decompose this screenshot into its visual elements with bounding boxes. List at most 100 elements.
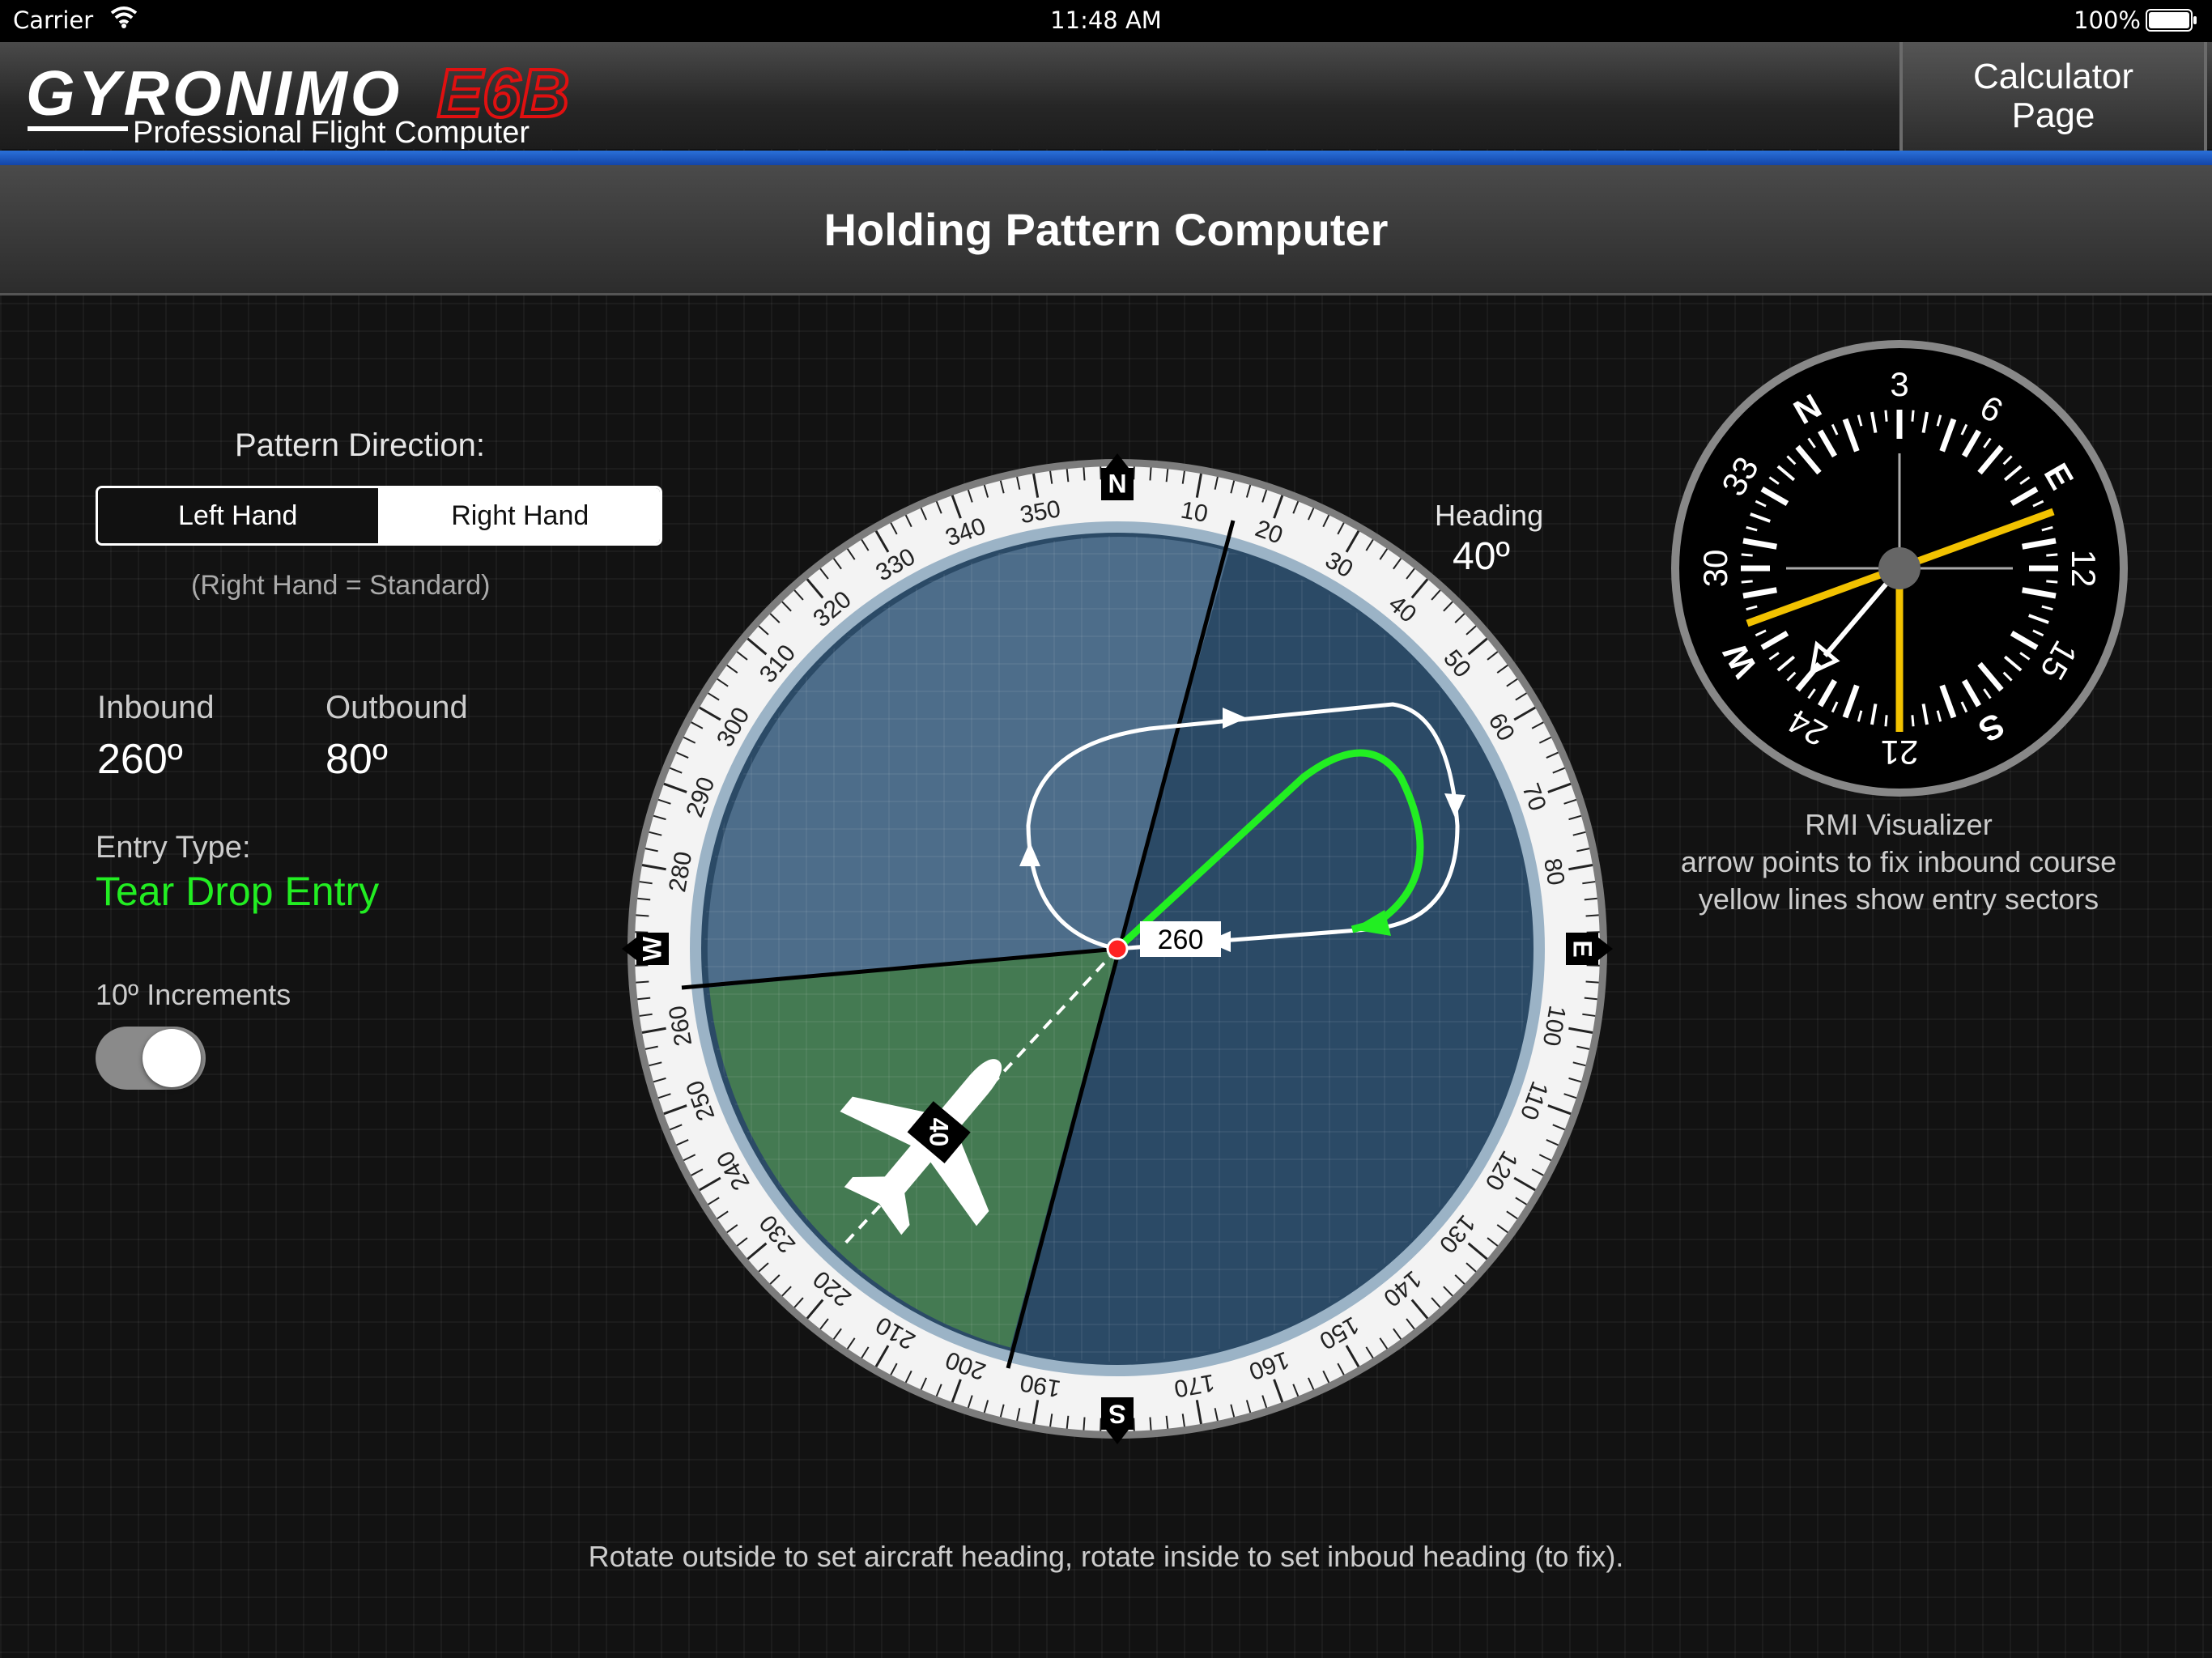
outbound-label: Outbound xyxy=(325,690,468,725)
pattern-direction-selector[interactable]: Left Hand Right Hand xyxy=(96,486,662,546)
pattern-direction-note: (Right Hand = Standard) xyxy=(191,570,491,601)
rmi-minor-tick xyxy=(1831,423,1839,436)
rmi-caption: RMI Visualizer arrow points to fix inbou… xyxy=(1644,806,2154,918)
rmi-minor-tick xyxy=(2041,605,2053,611)
page-title: Holding Pattern Computer xyxy=(823,203,1389,255)
rmi-course-arrow xyxy=(1823,567,1902,657)
logo-subtitle: Professional Flight Computer xyxy=(133,116,530,150)
entry-type-label: Entry Type: xyxy=(96,831,251,865)
rmi-tick xyxy=(1750,512,1771,523)
rmi-minor-tick xyxy=(1911,715,1915,727)
rmi-tick xyxy=(2028,512,2049,523)
rmi-tick xyxy=(2022,587,2057,599)
rmi-caption-line1: arrow points to fix inbound course xyxy=(1680,845,2117,878)
toggle-knob xyxy=(143,1029,201,1087)
rmi-minor-tick xyxy=(2002,671,2013,682)
rmi-arrow-head xyxy=(1809,640,1840,676)
left-hand-option[interactable]: Left Hand xyxy=(98,488,381,543)
app-header: GYRONIMO E6B Professional Flight Compute… xyxy=(0,42,2212,165)
rmi-tick xyxy=(1842,684,1860,719)
rmi-minor-tick xyxy=(2032,629,2044,637)
right-hand-option[interactable]: Right Hand xyxy=(380,488,660,543)
rmi-label: 3 xyxy=(1890,365,1908,403)
rmi-minor-tick xyxy=(1755,500,1767,508)
rmi-center-hub xyxy=(1878,547,1921,589)
rmi-minor-tick xyxy=(1911,410,1915,422)
rmi-minor-tick xyxy=(2019,652,2031,661)
rmi-minor-tick xyxy=(1936,710,1942,722)
rmi-label: 15 xyxy=(2033,635,2085,687)
rmi-tick xyxy=(1977,444,2004,475)
heading-label: Heading xyxy=(1435,499,1544,532)
calculator-button-line2: Page xyxy=(2011,96,2095,135)
status-bar: Carrier 11:48 AM 100% xyxy=(0,0,2212,42)
rmi-tick xyxy=(1776,655,1796,672)
rmi-label: 33 xyxy=(1714,450,1766,502)
rmi-yellow-line-1 xyxy=(1746,508,2055,627)
rmi-minor-tick xyxy=(1983,437,1992,449)
rmi-minor-tick xyxy=(1960,701,1968,713)
rmi-tick xyxy=(1750,614,1771,624)
battery-percent: 100% xyxy=(2074,6,2141,34)
rmi-tick xyxy=(2022,538,2057,550)
increments-label: 10º Increments xyxy=(96,978,291,1011)
rmi-tick xyxy=(1795,444,1822,475)
rmi-minor-tick xyxy=(1755,629,1767,637)
rmi-label: 30 xyxy=(1696,550,1734,588)
rmi-minor-tick xyxy=(1884,715,1888,727)
rmi-tick xyxy=(1939,418,1957,453)
rmi-label: E xyxy=(2037,457,2082,495)
aircraft-heading-label: 40 xyxy=(925,1118,954,1147)
rmi-tick xyxy=(1939,684,1957,719)
header-accent-line xyxy=(0,151,2212,165)
rmi-tick xyxy=(2028,614,2049,624)
rmi-minor-tick xyxy=(1746,605,1758,611)
rmi-major-tick xyxy=(2010,486,2039,507)
rmi-minor-tick xyxy=(2002,455,2013,466)
rmi-minor-tick xyxy=(1786,455,1797,466)
rmi-major-tick xyxy=(2010,630,2039,651)
rmi-tick xyxy=(1870,411,1878,433)
rmi-minor-tick xyxy=(1857,710,1863,722)
battery-icon xyxy=(2146,8,2199,38)
entry-type-value: Tear Drop Entry xyxy=(96,869,380,914)
increments-toggle[interactable] xyxy=(96,1027,206,1090)
rmi-minor-tick xyxy=(1807,437,1816,449)
rmi-minor-tick xyxy=(1857,414,1863,427)
rmi-bezel xyxy=(1671,340,2128,797)
rmi-minor-tick xyxy=(2046,580,2058,584)
rmi-tick xyxy=(1742,538,1777,550)
rmi-major-tick xyxy=(1817,678,1838,708)
rmi-minor-tick xyxy=(1786,671,1797,682)
inbound-label: Inbound xyxy=(97,690,215,725)
rmi-minor-tick xyxy=(1831,701,1839,713)
rmi-minor-tick xyxy=(2032,500,2044,508)
rmi-caption-title: RMI Visualizer xyxy=(1805,808,1993,841)
rmi-minor-tick xyxy=(1746,525,1758,532)
calculator-button-line1: Calculator xyxy=(1972,57,2134,96)
rmi-label: 12 xyxy=(2065,550,2103,588)
rmi-minor-tick xyxy=(2019,476,2031,485)
rmi-tick xyxy=(1921,411,1929,433)
rmi-minor-tick xyxy=(1741,580,1753,584)
rmi-label: S xyxy=(1972,706,2011,750)
compass-inner-dial[interactable] xyxy=(701,533,1534,1365)
rmi-label: 24 xyxy=(1781,702,1833,754)
rmi-major-tick xyxy=(1760,630,1789,651)
app-logo: GYRONIMO E6B Professional Flight Compute… xyxy=(24,53,591,156)
rmi-caption-line2: yellow lines show entry sectors xyxy=(1698,882,2099,916)
rmi-minor-tick xyxy=(1936,414,1942,427)
pattern-direction-label: Pattern Direction: xyxy=(235,427,486,463)
rmi-major-tick xyxy=(1760,486,1789,507)
rmi-label: W xyxy=(1716,636,1765,683)
rmi-minor-tick xyxy=(1768,652,1780,661)
outbound-value: 80º xyxy=(325,736,388,783)
calculator-page-button[interactable]: Calculator Page xyxy=(1899,42,2207,151)
rmi-tick xyxy=(1776,465,1796,482)
rmi-minor-tick xyxy=(1884,410,1888,422)
rmi-minor-tick xyxy=(1960,423,1968,436)
heading-value: 40º xyxy=(1453,535,1510,578)
rmi-major-tick xyxy=(1961,429,1982,458)
rmi-tick xyxy=(2003,655,2023,672)
rmi-tick xyxy=(1795,661,1822,692)
